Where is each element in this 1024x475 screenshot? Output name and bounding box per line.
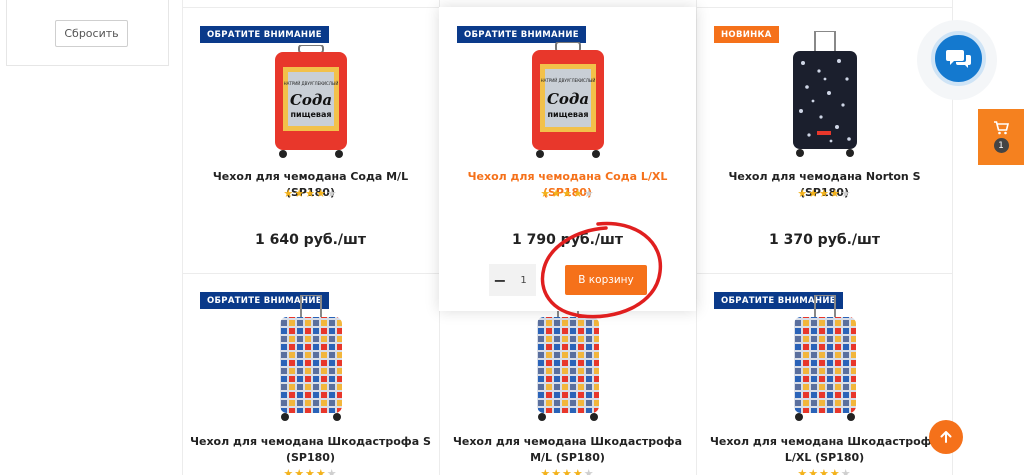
filter-panel: Сбросить — [6, 0, 169, 66]
product-badge: НОВИНКА — [714, 26, 779, 43]
product-badge: ОБРАТИТЕ ВНИМАНИЕ — [457, 26, 586, 43]
arrow-up-icon — [940, 431, 952, 443]
product-card[interactable]: ОБРАТИТЕ ВНИМАНИЕ Чехол для чемодана Шко… — [696, 273, 953, 475]
rating-stars: ★★★★★ — [797, 467, 852, 475]
decrease-quantity-button[interactable]: − — [489, 271, 511, 290]
product-card[interactable]: ОБРАТИТЕ ВНИМАНИЕ Чехол для чемодана Шко… — [182, 273, 439, 475]
svg-text:пищевая: пищевая — [547, 110, 588, 119]
product-title[interactable]: Чехол для чемодана Шкодастрофа L/XL (SP1… — [704, 434, 945, 466]
svg-text:НАТРИЙ ДВУУГЛЕКИСЛЫЙ: НАТРИЙ ДВУУГЛЕКИСЛЫЙ — [540, 78, 595, 83]
rating-stars: ★★★★★ — [540, 467, 595, 475]
cart-icon — [994, 121, 1009, 135]
rating-stars: ★★★★★ — [540, 187, 595, 200]
rating-stars: ★★★★★ — [283, 467, 338, 475]
product-card[interactable]: НОВИНКА Чехол для чемодана Norton S (SP1… — [696, 7, 953, 273]
reset-filters-button[interactable]: Сбросить — [55, 20, 128, 47]
svg-text:Сода: Сода — [546, 90, 588, 108]
product-image[interactable]: НАТРИЙ ДВУУГЛЕКИСЛЫЙ Сода пищевая — [528, 42, 608, 160]
svg-text:Сода: Сода — [289, 91, 331, 109]
product-price: 1 640 руб./шт — [254, 232, 367, 248]
svg-text:НАТРИЙ ДВУУГЛЕКИСЛЫЙ: НАТРИЙ ДВУУГЛЕКИСЛЫЙ — [283, 81, 338, 86]
product-image[interactable] — [785, 31, 865, 159]
rating-stars: ★★★★★ — [797, 187, 852, 200]
cart-count-badge: 1 — [993, 138, 1009, 153]
product-image[interactable] — [272, 295, 350, 423]
scroll-to-top-button[interactable] — [929, 420, 963, 454]
product-title[interactable]: Чехол для чемодана Шкодастрофа S (SP180) — [190, 434, 431, 466]
quantity-value[interactable]: 1 — [511, 275, 536, 286]
highlight-circle-annotation — [540, 221, 663, 319]
product-card[interactable]: ОБРАТИТЕ ВНИМАНИЕ НАТРИЙ ДВУУГЛЕКИСЛЫЙ С… — [182, 7, 439, 273]
chat-bubbles-icon — [945, 49, 971, 68]
product-badge: ОБРАТИТЕ ВНИМАНИЕ — [200, 26, 329, 43]
quantity-stepper[interactable]: − 1 — [489, 264, 536, 296]
product-title[interactable]: Чехол для чемодана Шкодастрофа M/L (SP18… — [447, 434, 688, 466]
product-price: 1 370 руб./шт — [768, 232, 881, 248]
floating-cart-button[interactable]: 1 — [978, 109, 1024, 165]
product-image[interactable] — [786, 295, 864, 423]
chat-button[interactable] — [931, 31, 986, 86]
rating-stars: ★★★★★ — [283, 187, 338, 200]
svg-text:пищевая: пищевая — [290, 110, 331, 119]
product-image[interactable]: НАТРИЙ ДВУУГЛЕКИСЛЫЙ Сода пищевая — [271, 45, 351, 159]
